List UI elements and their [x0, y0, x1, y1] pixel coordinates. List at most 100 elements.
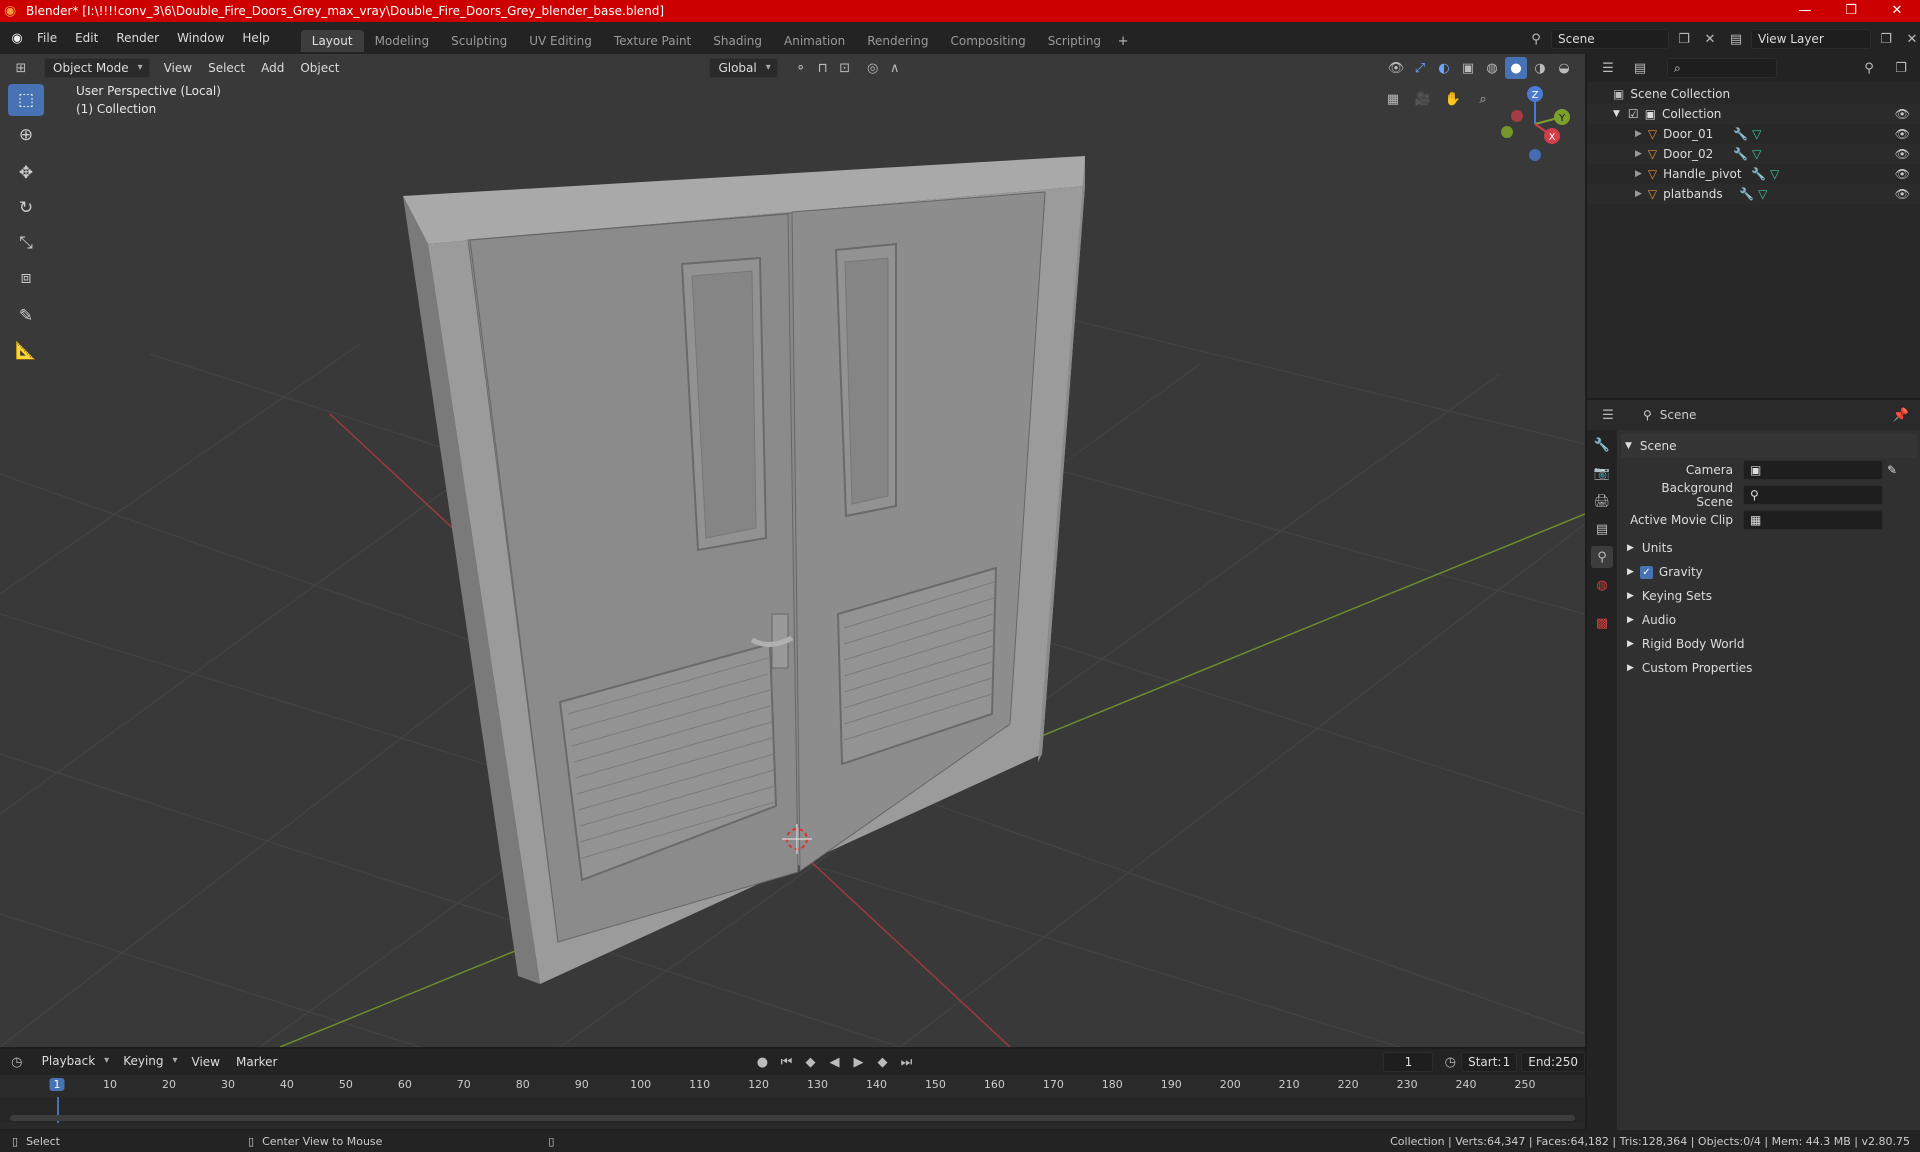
outliner-editor-icon[interactable]: ☰ [1597, 57, 1619, 79]
cursor-tool-icon[interactable]: ⊕ [8, 119, 44, 151]
wireframe-shading-icon[interactable]: ◍ [1481, 57, 1503, 79]
play-icon[interactable]: ▶ [847, 1051, 869, 1073]
minimize-button[interactable]: — [1782, 0, 1828, 22]
expand-arrow-icon[interactable]: ▶ [1627, 615, 1634, 625]
tab-uv-editing[interactable]: UV Editing [518, 30, 603, 52]
camera-view-icon[interactable]: 🎥 [1412, 88, 1434, 110]
prev-keyframe-icon[interactable]: ◆ [799, 1051, 821, 1073]
play-reverse-icon[interactable]: ◀ [823, 1051, 845, 1073]
menu-object[interactable]: Object [292, 58, 347, 78]
camera-field[interactable]: ▣ [1743, 460, 1883, 480]
display-mode-icon[interactable]: ▤ [1629, 57, 1651, 79]
zoom-icon[interactable]: ⌕ [1472, 88, 1494, 110]
rotate-tool-icon[interactable]: ↻ [8, 192, 44, 224]
menu-edit[interactable]: Edit [66, 22, 107, 54]
timeline-view-menu[interactable]: View [184, 1052, 228, 1072]
collapse-arrow-icon[interactable]: ▼ [1625, 441, 1632, 451]
pivot-point-icon[interactable]: ⚬ [790, 57, 812, 79]
outliner-row-scene-collection[interactable]: ▣ Scene Collection [1587, 84, 1920, 104]
new-view-layer-icon[interactable]: ❐ [1875, 28, 1897, 50]
expand-arrow-icon[interactable]: ▶ [1627, 639, 1634, 649]
expand-arrow-icon[interactable]: ▼ [1613, 109, 1620, 119]
expand-arrow-icon[interactable]: ▶ [1635, 189, 1642, 199]
solid-shading-icon[interactable]: ● [1505, 57, 1527, 79]
tab-compositing[interactable]: Compositing [939, 30, 1036, 52]
expand-arrow-icon[interactable]: ▶ [1627, 591, 1634, 601]
expand-arrow-icon[interactable]: ▶ [1627, 543, 1634, 553]
3d-viewport[interactable]: Z Y X User Perspective (Local) (1) Colle… [0, 54, 1585, 1047]
scene-field[interactable]: Scene [1551, 29, 1669, 49]
filter-icon[interactable]: ⚲ [1858, 57, 1880, 79]
mode-dropdown[interactable]: Object Mode [44, 58, 150, 78]
new-collection-icon[interactable]: ❐ [1890, 57, 1912, 79]
next-keyframe-icon[interactable]: ◆ [871, 1051, 893, 1073]
new-scene-icon[interactable]: ❐ [1673, 28, 1695, 50]
jump-end-icon[interactable]: ⏭ [895, 1051, 917, 1073]
view-layer-field[interactable]: View Layer [1751, 29, 1871, 49]
overlay-toggle-icon[interactable]: ◐ [1433, 57, 1455, 79]
output-tab-icon[interactable]: 🖨 [1591, 490, 1613, 512]
measure-tool-icon[interactable]: 📐 [8, 335, 44, 367]
rendered-shading-icon[interactable]: ◒ [1553, 57, 1575, 79]
tab-rendering[interactable]: Rendering [856, 30, 939, 52]
gravity-panel[interactable]: ▶ ✓ Gravity [1623, 560, 1913, 584]
menu-file[interactable]: File [28, 22, 66, 54]
visibility-icon[interactable]: 👁 [1385, 57, 1407, 79]
tab-shading[interactable]: Shading [702, 30, 773, 52]
scale-tool-icon[interactable]: ⤡ [8, 227, 44, 259]
eye-icon[interactable]: 👁 [1895, 127, 1910, 141]
menu-select[interactable]: Select [200, 58, 253, 78]
maximize-button[interactable]: ❐ [1828, 0, 1874, 22]
timeline-editor-icon[interactable]: ◷ [10, 1051, 24, 1073]
menu-view[interactable]: View [156, 58, 200, 78]
expand-arrow-icon[interactable]: ▶ [1635, 149, 1642, 159]
menu-help[interactable]: Help [233, 22, 278, 54]
eye-icon[interactable]: 👁 [1895, 187, 1910, 201]
menu-window[interactable]: Window [168, 22, 233, 54]
texture-tab-icon[interactable]: ▩ [1591, 612, 1613, 634]
timeline-keyframe-area[interactable] [0, 1097, 1585, 1123]
render-tab-icon[interactable]: 📷 [1591, 462, 1613, 484]
start-frame-field[interactable]: Start: 1 [1461, 1052, 1518, 1072]
background-scene-field[interactable]: ⚲ [1743, 485, 1883, 505]
select-box-tool-icon[interactable]: ⬚ [8, 84, 44, 116]
scene-selector-icon[interactable]: ⚲ [1525, 28, 1547, 50]
expand-arrow-icon[interactable]: ▶ [1627, 567, 1634, 577]
playback-menu[interactable]: Playback [34, 1052, 116, 1072]
view-layer-selector-icon[interactable]: ▤ [1725, 28, 1747, 50]
snap-icon[interactable]: ⊓ [812, 57, 834, 79]
jump-start-icon[interactable]: ⏮ [775, 1051, 797, 1073]
pan-hand-icon[interactable]: ✋ [1442, 88, 1464, 110]
eye-icon[interactable]: 👁 [1895, 107, 1910, 121]
outliner-row-platbands[interactable]: ▶ ▽ platbands 🔧 ▽ 👁 [1587, 184, 1920, 204]
delete-scene-icon[interactable]: ✕ [1699, 28, 1721, 50]
blender-menu-icon[interactable]: ◉ [6, 27, 28, 49]
timeline-scrollbar[interactable] [10, 1115, 1575, 1121]
audio-panel[interactable]: ▶ Audio [1623, 608, 1913, 632]
keying-menu[interactable]: Keying [115, 1052, 183, 1072]
delete-view-layer-icon[interactable]: ✕ [1901, 28, 1920, 50]
tab-animation[interactable]: Animation [773, 30, 856, 52]
toggle-grid-icon[interactable]: ▦ [1382, 88, 1404, 110]
end-frame-field[interactable]: End: 250 [1521, 1052, 1585, 1072]
editor-type-icon[interactable]: ⊞ [10, 57, 32, 79]
gizmo-toggle-icon[interactable]: ⤢ [1409, 57, 1431, 79]
proportional-edit-icon[interactable]: ◎ [862, 57, 884, 79]
properties-editor-icon[interactable]: ☰ [1597, 404, 1619, 426]
door-model[interactable] [403, 156, 1085, 984]
world-tab-icon[interactable]: ◍ [1591, 574, 1613, 596]
rigid-body-world-panel[interactable]: ▶ Rigid Body World [1623, 632, 1913, 656]
material-shading-icon[interactable]: ◑ [1529, 57, 1551, 79]
custom-properties-panel[interactable]: ▶ Custom Properties [1623, 656, 1913, 680]
outliner-row-door-02[interactable]: ▶ ▽ Door_02 🔧 ▽ 👁 [1587, 144, 1920, 164]
expand-arrow-icon[interactable]: ▶ [1635, 129, 1642, 139]
movie-clip-field[interactable]: ▦ [1743, 510, 1883, 530]
navigation-gizmo[interactable]: Z Y X [1501, 86, 1570, 161]
marker-menu[interactable]: Marker [228, 1052, 285, 1072]
tab-sculpting[interactable]: Sculpting [440, 30, 518, 52]
current-frame-field[interactable]: 1 [1383, 1052, 1434, 1072]
outliner-search-input[interactable]: ⌕ [1667, 58, 1777, 78]
annotate-tool-icon[interactable]: ✎ [8, 300, 44, 332]
menu-add[interactable]: Add [253, 58, 292, 78]
record-icon[interactable]: ● [751, 1051, 773, 1073]
